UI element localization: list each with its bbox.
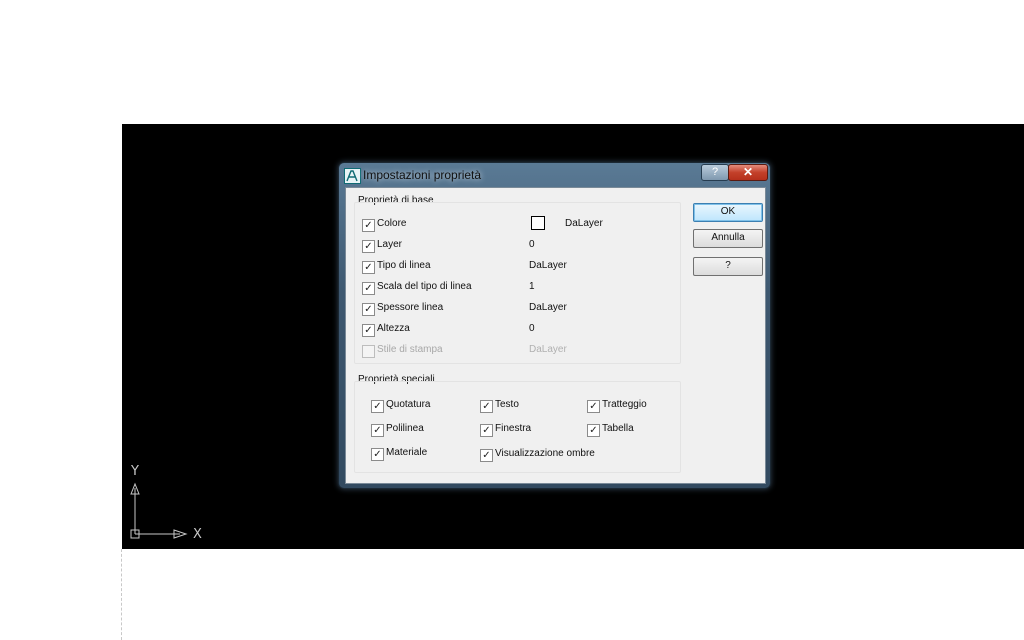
special-property-checkbox[interactable]: ✓ (480, 449, 493, 462)
special-property-checkbox[interactable]: ✓ (371, 448, 384, 461)
autocad-app-icon (344, 168, 361, 184)
special-property-item: ✓ Tabella (587, 423, 692, 437)
special-property-item: ✓ Polilinea (371, 423, 476, 437)
special-property-item: ✓ Tratteggio (587, 399, 692, 413)
help-button[interactable]: ? (693, 257, 763, 276)
page-edge-line (121, 549, 124, 640)
title-help-button[interactable]: ? (701, 164, 729, 181)
basic-property-row: ✓ Altezza 0 (362, 323, 682, 337)
special-property-checkbox[interactable]: ✓ (480, 400, 493, 413)
property-checkbox[interactable]: ✓ (362, 261, 375, 274)
color-swatch (531, 216, 545, 230)
property-checkbox[interactable]: ✓ (362, 303, 375, 316)
special-property-label: Tabella (602, 423, 634, 434)
basic-property-row: ✓ Tipo di linea DaLayer (362, 260, 682, 274)
close-button[interactable]: ✕ (728, 164, 768, 181)
property-label: Layer (377, 239, 403, 250)
property-label: Altezza (377, 323, 410, 334)
special-property-item: ✓ Finestra (480, 423, 585, 437)
cancel-button[interactable]: Annulla (693, 229, 763, 248)
special-property-label: Quotatura (386, 399, 431, 410)
special-property-label: Materiale (386, 447, 428, 458)
property-value: DaLayer (529, 302, 567, 313)
special-property-item: ✓ Materiale (371, 447, 476, 461)
special-property-checkbox[interactable]: ✓ (480, 424, 493, 437)
property-checkbox[interactable]: ✓ (362, 282, 375, 295)
special-property-label: Finestra (495, 423, 532, 434)
ucs-x-label: X (193, 527, 202, 542)
property-checkbox (362, 345, 375, 358)
basic-property-row: ✓ Layer 0 (362, 239, 682, 253)
special-property-checkbox[interactable]: ✓ (371, 400, 384, 413)
property-value: 0 (529, 323, 535, 334)
special-property-checkbox[interactable]: ✓ (371, 424, 384, 437)
property-label: Spessore linea (377, 302, 444, 313)
basic-property-row: ✓ Colore DaLayer (362, 216, 682, 232)
properties-settings-dialog: Impostazioni proprietà ? ✕ Proprietà di … (338, 162, 771, 489)
special-property-checkbox[interactable]: ✓ (587, 400, 600, 413)
property-value: 1 (529, 281, 535, 292)
special-property-checkbox[interactable]: ✓ (587, 424, 600, 437)
property-value: DaLayer (529, 344, 567, 355)
property-label: Scala del tipo di linea (377, 281, 472, 292)
basic-property-row: Stile di stampa DaLayer (362, 344, 682, 358)
special-property-label: Tratteggio (602, 399, 647, 410)
property-checkbox[interactable]: ✓ (362, 219, 375, 232)
property-value: DaLayer (565, 218, 603, 229)
ucs-y-label: Y (131, 464, 139, 479)
dialog-title-bar[interactable]: Impostazioni proprietà ? ✕ (339, 163, 770, 185)
ok-button[interactable]: OK (693, 203, 763, 222)
special-property-label: Testo (495, 399, 519, 410)
special-property-label: Polilinea (386, 423, 424, 434)
special-property-item: ✓ Testo (480, 399, 585, 413)
property-label: Stile di stampa (377, 344, 443, 355)
ucs-icon (130, 482, 188, 539)
property-checkbox[interactable]: ✓ (362, 240, 375, 253)
basic-property-row: ✓ Scala del tipo di linea 1 (362, 281, 682, 295)
property-value: DaLayer (529, 260, 567, 271)
special-property-label: Visualizzazione ombre (495, 448, 595, 459)
property-label: Tipo di linea (377, 260, 431, 271)
basic-property-row: ✓ Spessore linea DaLayer (362, 302, 682, 316)
dialog-title: Impostazioni proprietà (363, 168, 482, 182)
property-value: 0 (529, 239, 535, 250)
dialog-client-area: Proprietà di base ✓ Colore DaLayer ✓ Layer 0 ✓… (345, 187, 766, 484)
special-property-item: ✓ Visualizzazione ombre (480, 448, 620, 462)
special-property-item: ✓ Quotatura (371, 399, 476, 413)
property-label: Colore (377, 218, 407, 229)
property-checkbox[interactable]: ✓ (362, 324, 375, 337)
